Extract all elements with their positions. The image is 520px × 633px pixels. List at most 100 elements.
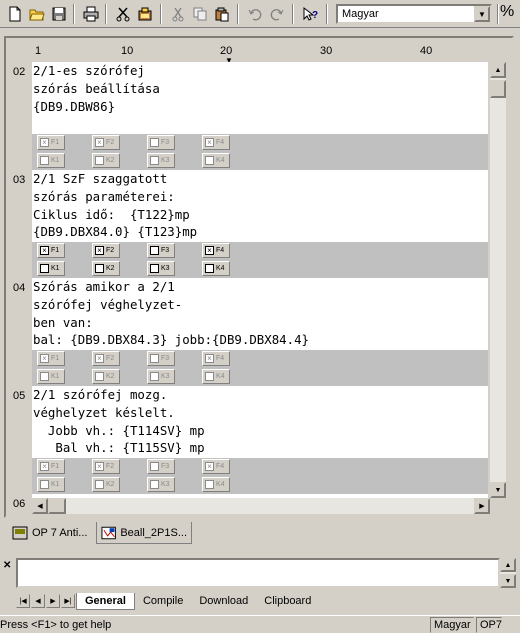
function-key-label: K3 [161, 157, 170, 164]
paste-icon[interactable] [211, 3, 233, 25]
paste-special-icon[interactable] [134, 3, 156, 25]
ruler-label: 10 [121, 45, 134, 57]
language-select[interactable]: Magyar ▼ [336, 4, 492, 24]
empty-box-icon [150, 462, 159, 471]
screen-text-line: véghelyzet késlelt. [33, 404, 175, 420]
empty-box-icon [95, 264, 104, 273]
function-key-f4[interactable]: × F4 [202, 243, 230, 258]
next-tab-icon[interactable]: ▶ [46, 594, 60, 608]
screen-section: Szórás amikor a 2/1 szórófej véghelyzet-b… [32, 278, 488, 349]
doc-tab-beall[interactable]: Beall_2P1S... [96, 522, 192, 544]
open-folder-icon[interactable] [26, 3, 48, 25]
prev-tab-icon[interactable]: ◀ [31, 594, 45, 608]
new-file-icon[interactable] [4, 3, 26, 25]
horizontal-scrollbar[interactable]: ◀ ▶ [32, 498, 490, 514]
function-key-f3[interactable]: F3 [147, 135, 175, 150]
percent-button[interactable]: % [500, 3, 520, 25]
context-help-icon[interactable]: ? [299, 3, 321, 25]
function-key-f2[interactable]: × F2 [92, 459, 120, 474]
tab-general[interactable]: General [76, 592, 135, 610]
line-number: 06 [13, 498, 26, 510]
function-key-label: F4 [216, 247, 225, 254]
screen-text-line: szórófej véghelyzet- [33, 296, 183, 312]
function-key-k1[interactable]: K1 [37, 369, 65, 384]
scroll-right-icon[interactable]: ▶ [474, 498, 490, 514]
function-key-f4[interactable]: × F4 [202, 459, 230, 474]
scroll-up-icon[interactable]: ▲ [500, 558, 516, 572]
copy-icon[interactable] [189, 3, 211, 25]
scroll-down-icon[interactable]: ▼ [500, 574, 516, 588]
screen-text-line: szórás beállítása [33, 80, 160, 96]
function-key-f2[interactable]: × F2 [92, 243, 120, 258]
function-key-k1[interactable]: K1 [37, 477, 65, 492]
cut-special-icon[interactable] [112, 3, 134, 25]
function-key-k2[interactable]: K2 [92, 477, 120, 492]
scroll-left-icon[interactable]: ◀ [32, 498, 48, 514]
doc-tab-op7[interactable]: OP 7 Anti... [8, 522, 96, 544]
tab-download[interactable]: Download [191, 593, 256, 610]
function-key-k3[interactable]: K3 [147, 153, 175, 168]
tab-clipboard[interactable]: Clipboard [256, 593, 319, 610]
function-key-label: F1 [51, 139, 60, 146]
function-key-k3[interactable]: K3 [147, 261, 175, 276]
redo-icon[interactable] [266, 3, 288, 25]
save-icon[interactable] [48, 3, 70, 25]
function-key-k4[interactable]: K4 [202, 477, 230, 492]
screen-text-area[interactable]: 2/1-es szórófej szórás beállítása {DB9.DBW… [32, 62, 488, 498]
ruler-label: 1 [35, 45, 42, 57]
function-key-k3[interactable]: K3 [147, 369, 175, 384]
function-key-k3[interactable]: K3 [147, 477, 175, 492]
first-tab-icon[interactable]: |◀ [16, 594, 30, 608]
function-key-label: K1 [51, 157, 60, 164]
function-key-f3[interactable]: F3 [147, 459, 175, 474]
empty-box-icon [95, 372, 104, 381]
scroll-thumb[interactable] [490, 80, 506, 98]
function-key-label: K4 [216, 265, 225, 272]
screen-text-line: 2/1 SzF szaggatott [33, 171, 168, 186]
function-key-k2[interactable]: K2 [92, 153, 120, 168]
function-key-k4[interactable]: K4 [202, 153, 230, 168]
function-key-k4[interactable]: K4 [202, 261, 230, 276]
function-key-f1[interactable]: × F1 [37, 135, 65, 150]
scroll-up-icon[interactable]: ▲ [490, 62, 506, 78]
scroll-down-icon[interactable]: ▼ [490, 482, 506, 498]
output-vertical-scrollbar[interactable]: ▲ ▼ [500, 558, 516, 588]
close-icon[interactable]: ✕ [3, 560, 11, 571]
function-key-label: F1 [51, 355, 60, 362]
function-key-k4[interactable]: K4 [202, 369, 230, 384]
print-icon[interactable] [80, 3, 102, 25]
function-key-f1[interactable]: × F1 [37, 243, 65, 258]
function-key-f1[interactable]: × F1 [37, 351, 65, 366]
output-text[interactable] [16, 558, 500, 588]
function-key-f4[interactable]: × F4 [202, 351, 230, 366]
status-language: Magyar [430, 617, 474, 633]
empty-box-icon [150, 264, 159, 273]
function-key-label: F4 [216, 355, 225, 362]
function-key-f2[interactable]: × F2 [92, 135, 120, 150]
function-key-k1[interactable]: K1 [37, 153, 65, 168]
function-key-f4[interactable]: × F4 [202, 135, 230, 150]
function-key-f1[interactable]: × F1 [37, 459, 65, 474]
tab-compile[interactable]: Compile [135, 593, 191, 610]
toolbar: ? Magyar ▼ % [0, 0, 520, 28]
function-key-k2[interactable]: K2 [92, 261, 120, 276]
empty-box-icon [205, 372, 214, 381]
function-key-f3[interactable]: F3 [147, 243, 175, 258]
scroll-thumb[interactable] [48, 498, 66, 514]
function-key-f3[interactable]: F3 [147, 351, 175, 366]
function-key-k2[interactable]: K2 [92, 369, 120, 384]
undo-icon[interactable] [244, 3, 266, 25]
function-key-k1[interactable]: K1 [37, 261, 65, 276]
vertical-scrollbar[interactable]: ▲ ▼ [490, 62, 506, 498]
empty-box-icon [150, 246, 159, 255]
last-tab-icon[interactable]: ▶| [61, 594, 75, 608]
function-key-label: K4 [216, 481, 225, 488]
screen-text-line: 2/1-es szórófej [33, 63, 145, 78]
output-tabs: |◀ ◀ ▶ ▶| General Compile Download Clipb… [16, 592, 516, 610]
function-key-f2[interactable]: × F2 [92, 351, 120, 366]
checked-box-icon: × [205, 462, 214, 471]
checked-box-icon: × [40, 138, 49, 147]
cut-icon[interactable] [167, 3, 189, 25]
chevron-down-icon[interactable]: ▼ [474, 6, 490, 22]
function-key-label: K1 [51, 265, 60, 272]
